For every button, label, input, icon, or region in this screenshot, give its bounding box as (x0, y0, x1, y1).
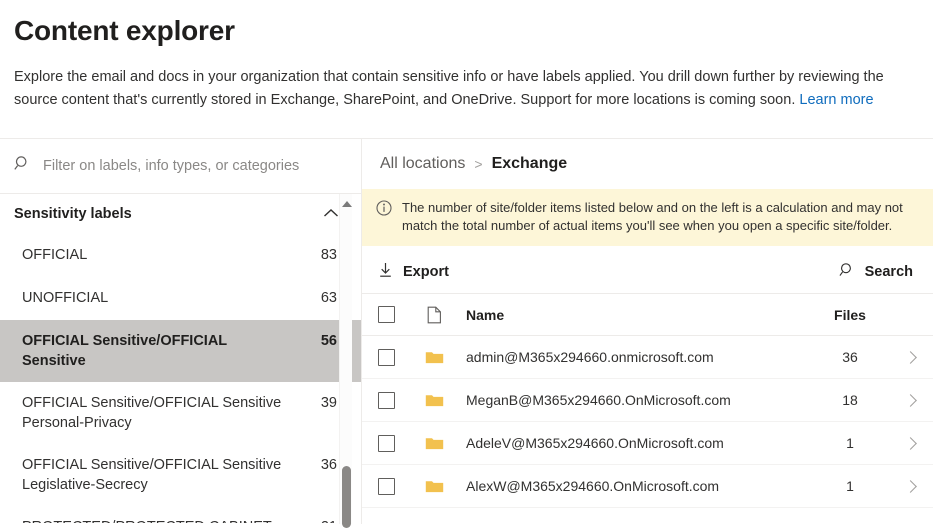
folder-icon (410, 479, 458, 494)
search-icon (839, 262, 855, 282)
row-name: AdeleV@M365x294660.OnMicrosoft.com (466, 435, 724, 451)
label-name: PROTECTED/PROTECTED CABINET (22, 517, 286, 523)
column-header-name[interactable]: Name (458, 307, 813, 323)
table-row[interactable]: AlexW@M365x294660.OnMicrosoft.com 1 (362, 465, 933, 508)
label-name: OFFICIAL Sensitive/OFFICIAL Sensitive Pe… (22, 395, 282, 431)
info-banner-text: The number of site/folder items listed b… (402, 200, 903, 233)
info-banner: The number of site/folder items listed b… (362, 189, 933, 246)
filter-row (0, 139, 361, 194)
breadcrumb-separator-icon: > (474, 156, 483, 172)
row-checkbox[interactable] (362, 348, 410, 366)
export-button[interactable]: Export (376, 258, 451, 286)
page-description-text: Explore the email and docs in your organ… (14, 69, 884, 108)
table-header-row: Name Files (362, 294, 933, 336)
content-explorer-page: Content explorer Explore the email and d… (0, 0, 933, 528)
label-count: 39 (320, 395, 337, 411)
chevron-right-icon[interactable] (887, 350, 933, 364)
locations-table: Name Files admin@M365x294660.onmicrosoft… (362, 294, 933, 508)
row-files: 1 (846, 478, 854, 494)
chevron-right-icon[interactable] (887, 393, 933, 407)
scroll-up-arrow-icon[interactable] (342, 201, 352, 207)
page-title: Content explorer (14, 15, 235, 46)
label-count: 56 (320, 333, 337, 349)
table-row[interactable]: AdeleV@M365x294660.OnMicrosoft.com 1 (362, 422, 933, 465)
chevron-right-icon[interactable] (887, 436, 933, 450)
body-split: Sensitivity labels OFFICIAL 83 UNOFFICIA… (0, 139, 933, 528)
label-list: OFFICIAL 83 UNOFFICIAL 63 OFFICIAL Sensi… (0, 234, 361, 523)
table-row[interactable]: admin@M365x294660.onmicrosoft.com 36 (362, 336, 933, 379)
labels-sidebar: Sensitivity labels OFFICIAL 83 UNOFFICIA… (0, 139, 362, 528)
scrollbar-thumb[interactable] (342, 466, 351, 528)
learn-more-link[interactable]: Learn more (799, 92, 873, 108)
label-count: 63 (320, 290, 337, 306)
label-list-item[interactable]: OFFICIAL Sensitive/OFFICIAL Sensitive Pe… (0, 382, 361, 444)
column-header-files[interactable]: Files (813, 307, 887, 323)
label-list-item[interactable]: UNOFFICIAL 63 (0, 277, 361, 320)
label-count: 21 (315, 517, 337, 523)
label-name: OFFICIAL Sensitive/OFFICIAL Sensitive Le… (22, 457, 282, 493)
label-list-item[interactable]: OFFICIAL 83 (0, 234, 361, 277)
table-toolbar: Export Search (362, 250, 933, 294)
label-count: 36 (320, 457, 337, 473)
row-name: MeganB@M365x294660.OnMicrosoft.com (466, 392, 731, 408)
folder-icon (410, 436, 458, 451)
breadcrumb: All locations > Exchange (362, 139, 933, 189)
page-description: Explore the email and docs in your organ… (14, 66, 919, 111)
row-name: AlexW@M365x294660.OnMicrosoft.com (466, 478, 720, 494)
export-label: Export (403, 263, 449, 280)
row-files: 36 (842, 349, 858, 365)
label-name: UNOFFICIAL (22, 290, 109, 306)
label-list-item-selected[interactable]: OFFICIAL Sensitive/OFFICIAL Sensitive 56 (0, 320, 361, 382)
label-list-item[interactable]: PROTECTED/PROTECTED CABINET 21 (0, 506, 361, 523)
sidebar-scrollbar[interactable] (339, 194, 352, 528)
page-header: Content explorer Explore the email and d… (0, 0, 933, 111)
search-icon (14, 155, 31, 177)
folder-icon (410, 393, 458, 408)
info-circle-icon (376, 199, 392, 216)
breadcrumb-all-locations[interactable]: All locations (380, 155, 465, 173)
label-count: 83 (320, 247, 337, 263)
row-checkbox[interactable] (362, 434, 410, 452)
search-label: Search (864, 263, 913, 280)
label-name: OFFICIAL (22, 247, 88, 263)
download-icon (378, 262, 393, 282)
folder-icon (410, 350, 458, 365)
sensitivity-labels-group-header[interactable]: Sensitivity labels (0, 194, 361, 234)
label-list-item[interactable]: OFFICIAL Sensitive/OFFICIAL Sensitive Le… (0, 444, 361, 506)
table-row[interactable]: MeganB@M365x294660.OnMicrosoft.com 18 (362, 379, 933, 422)
group-title: Sensitivity labels (14, 206, 132, 222)
select-all-checkbox[interactable] (362, 306, 410, 323)
row-files: 18 (842, 392, 858, 408)
row-checkbox[interactable] (362, 391, 410, 409)
breadcrumb-current: Exchange (491, 155, 568, 172)
document-icon (410, 306, 458, 324)
filter-input[interactable] (43, 158, 347, 174)
locations-panel: All locations > Exchange The number of s… (362, 139, 933, 524)
search-button[interactable]: Search (837, 258, 915, 286)
row-checkbox[interactable] (362, 477, 410, 495)
label-name: OFFICIAL Sensitive/OFFICIAL Sensitive (22, 333, 227, 369)
chevron-right-icon[interactable] (887, 479, 933, 493)
row-name: admin@M365x294660.onmicrosoft.com (466, 349, 714, 365)
row-files: 1 (846, 435, 854, 451)
chevron-up-icon[interactable] (323, 205, 339, 223)
